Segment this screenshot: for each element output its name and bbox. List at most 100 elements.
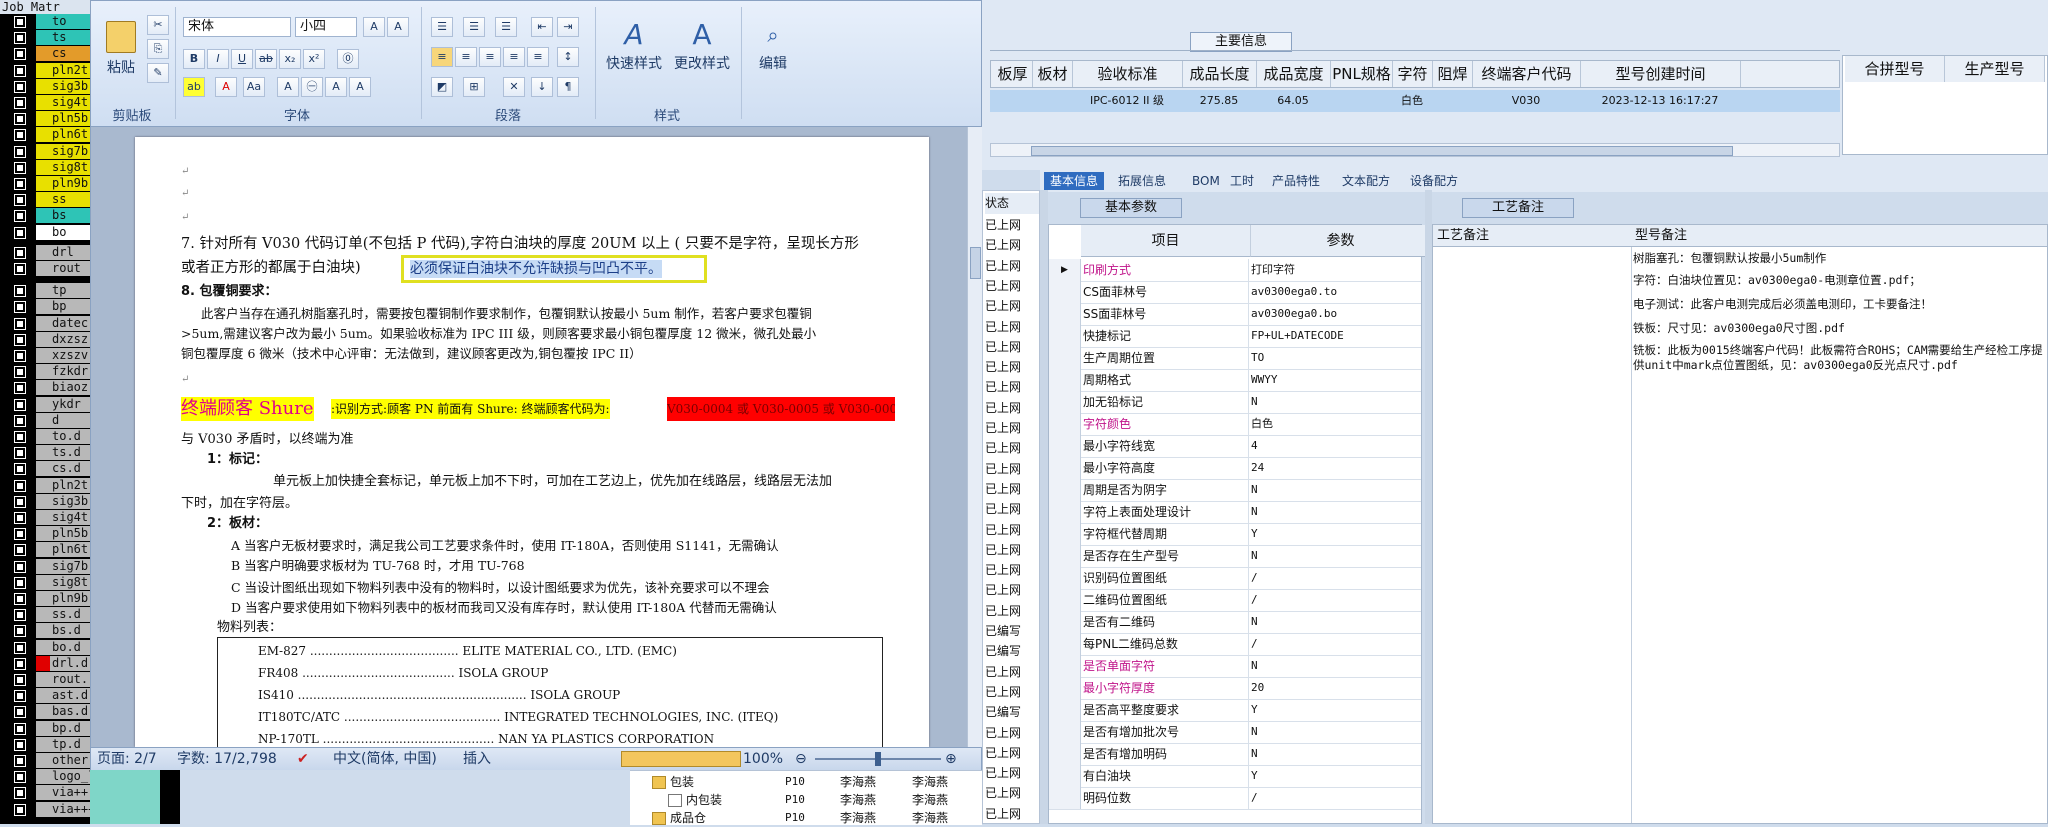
chinese-layout-icon[interactable]: ✕ [503,77,525,97]
tab-4[interactable]: 产品特性 [1266,172,1326,190]
zoom-in-icon[interactable]: ⊕ [945,748,957,770]
status-cell[interactable]: 已上网 [985,357,1039,378]
layer-checkbox[interactable] [14,738,26,751]
status-cell[interactable]: 已上网 [985,499,1039,520]
status-cell[interactable]: 已上网 [985,580,1039,601]
param-value[interactable]: 打印字符 [1251,259,1431,281]
param-row[interactable]: ▶ 印刷方式 打印字符 [1049,259,1431,282]
layer-checkbox[interactable] [14,771,26,784]
layer-checkbox[interactable] [14,194,26,207]
param-row[interactable]: 最小字符厚度 20 [1049,677,1431,700]
layer-checkbox[interactable] [14,625,26,638]
param-value[interactable]: av0300ega0.bo [1251,303,1431,325]
horizontal-scrollbar[interactable] [990,143,1840,157]
status-page[interactable]: 页面: 2/7 [97,748,157,770]
param-row[interactable]: 是否有增加明码 N [1049,743,1431,766]
grid-cell[interactable]: 白色 [1392,90,1432,112]
param-row[interactable]: 有白油块 Y [1049,765,1431,788]
grid-cell[interactable]: IPC-6012 II 级 [1072,90,1182,112]
param-row[interactable]: 最小字符线宽4mil [1049,435,1451,458]
layer-checkbox[interactable] [14,593,26,605]
layer-checkbox[interactable] [14,463,26,476]
status-cell[interactable]: 已上网 [985,540,1039,561]
layer-checkbox[interactable] [14,16,26,28]
grid-header-cell[interactable]: 板厚 [993,61,1033,87]
param-row[interactable]: 是否存在生产型号 N [1049,545,1431,568]
merge-header-cell[interactable]: 生产型号 [1945,56,2045,82]
param-row[interactable]: 是否有二维码 N [1049,611,1431,634]
change-styles-button[interactable]: A 更改样式 [671,17,733,73]
format-painter-icon[interactable]: ✎ [147,63,169,83]
layer-checkbox[interactable] [14,755,26,767]
quick-styles-button[interactable]: A 快速样式 [603,17,665,73]
param-row[interactable]: 是否高平整度要求 Y [1049,699,1431,722]
layer-row[interactable]: logo_layer [0,769,180,785]
status-cell[interactable]: 已上网 [985,418,1039,439]
grid-cell[interactable] [992,90,1032,112]
status-insert[interactable]: 插入 [463,748,491,770]
status-cell[interactable]: 已编写 [985,621,1039,642]
param-row[interactable]: 字符颜色 白色 [1049,413,1431,436]
increase-indent-icon[interactable]: ⇥ [557,17,579,37]
grid-cell[interactable]: V030 [1472,90,1580,112]
layer-checkbox[interactable] [14,609,26,622]
proc-header-cell[interactable]: 工艺备注 [1433,225,1631,247]
grid-header-cell[interactable]: 阻焊 [1433,61,1473,87]
numbering-icon[interactable]: ☰ [463,17,485,37]
param-row[interactable]: 周期是否为阴字 N [1049,479,1431,502]
param-value[interactable]: N [1251,721,1431,743]
grid-header-cell[interactable]: PNL规格 [1331,61,1393,87]
layer-checkbox[interactable] [14,226,26,239]
status-cell[interactable]: 已上网 [985,601,1039,622]
grid-header-cell[interactable]: 字符 [1393,61,1433,87]
layer-checkbox[interactable] [14,32,26,45]
layer-checkbox[interactable] [14,246,26,259]
grow-font-icon[interactable]: A [363,17,385,37]
hscroll-thumb[interactable] [1031,146,1733,156]
char-shading-icon[interactable]: A [277,77,299,97]
cut-icon[interactable]: ✂ [147,15,169,35]
layer-checkbox[interactable] [14,512,26,524]
grid-header-cell[interactable]: 成品宽度 [1257,61,1331,87]
tree-row[interactable]: 成品仓 P10 李海燕 李海燕 [630,809,982,827]
font-size-combo[interactable]: 小四 [295,17,357,37]
status-cell[interactable]: 已上网 [985,763,1039,784]
status-cell[interactable]: 已上网 [985,520,1039,541]
underline-button[interactable]: U [231,49,253,69]
param-row[interactable]: 加无铅标记 N [1049,391,1431,414]
layer-checkbox[interactable] [14,161,26,174]
edit-button[interactable]: ⌕ 编辑 [749,17,797,73]
layer-row[interactable]: via++ [0,785,180,801]
increase-font-icon[interactable]: A [325,77,347,97]
status-cell[interactable]: 已上网 [985,276,1039,297]
layer-checkbox[interactable] [14,113,26,126]
layer-checkbox[interactable] [14,48,26,61]
layer-checkbox[interactable] [14,674,26,686]
layer-checkbox[interactable] [14,479,26,492]
document-page[interactable]: ↵ ↵ ↵ 7. 针对所有 V030 代码订单(不包括 P 代码),字符白油块的… [135,137,929,747]
status-cell[interactable]: 已上网 [985,317,1039,338]
layer-checkbox[interactable] [14,560,26,573]
italic-button[interactable]: I [207,49,229,69]
param-row[interactable]: 字符框代替周期 Y [1049,523,1431,546]
layer-checkbox[interactable] [14,722,26,735]
layer-checkbox[interactable] [14,576,26,589]
grid-header-cell[interactable]: 验收标准 [1073,61,1183,87]
status-cell[interactable]: 已上网 [985,804,1039,825]
grid-header-cell[interactable]: 板材 [1033,61,1073,87]
layer-checkbox[interactable] [14,382,26,395]
sort-icon[interactable]: ↓ [531,77,553,97]
align-right-icon[interactable]: ≡ [479,47,501,67]
param-value[interactable]: Y [1251,523,1431,545]
tree-row[interactable]: 内包装 P10 李海燕 李海燕 [630,791,982,809]
main-grid-row[interactable]: IPC-6012 II 级 275.85 64.05 白色 V030 2023-12-13… [990,90,1840,112]
layer-checkbox[interactable] [14,80,26,93]
layer-checkbox[interactable] [14,414,26,427]
status-cell[interactable]: 已编写 [985,641,1039,662]
grid-cell[interactable]: 64.05 [1256,90,1330,112]
enclose-char-icon[interactable]: ㊀ [301,77,323,97]
highlight-icon[interactable]: ab [183,77,205,97]
status-cell[interactable]: 已上网 [985,398,1039,419]
panel-splitter[interactable] [1425,190,1432,824]
vertical-scrollbar[interactable] [967,127,982,747]
